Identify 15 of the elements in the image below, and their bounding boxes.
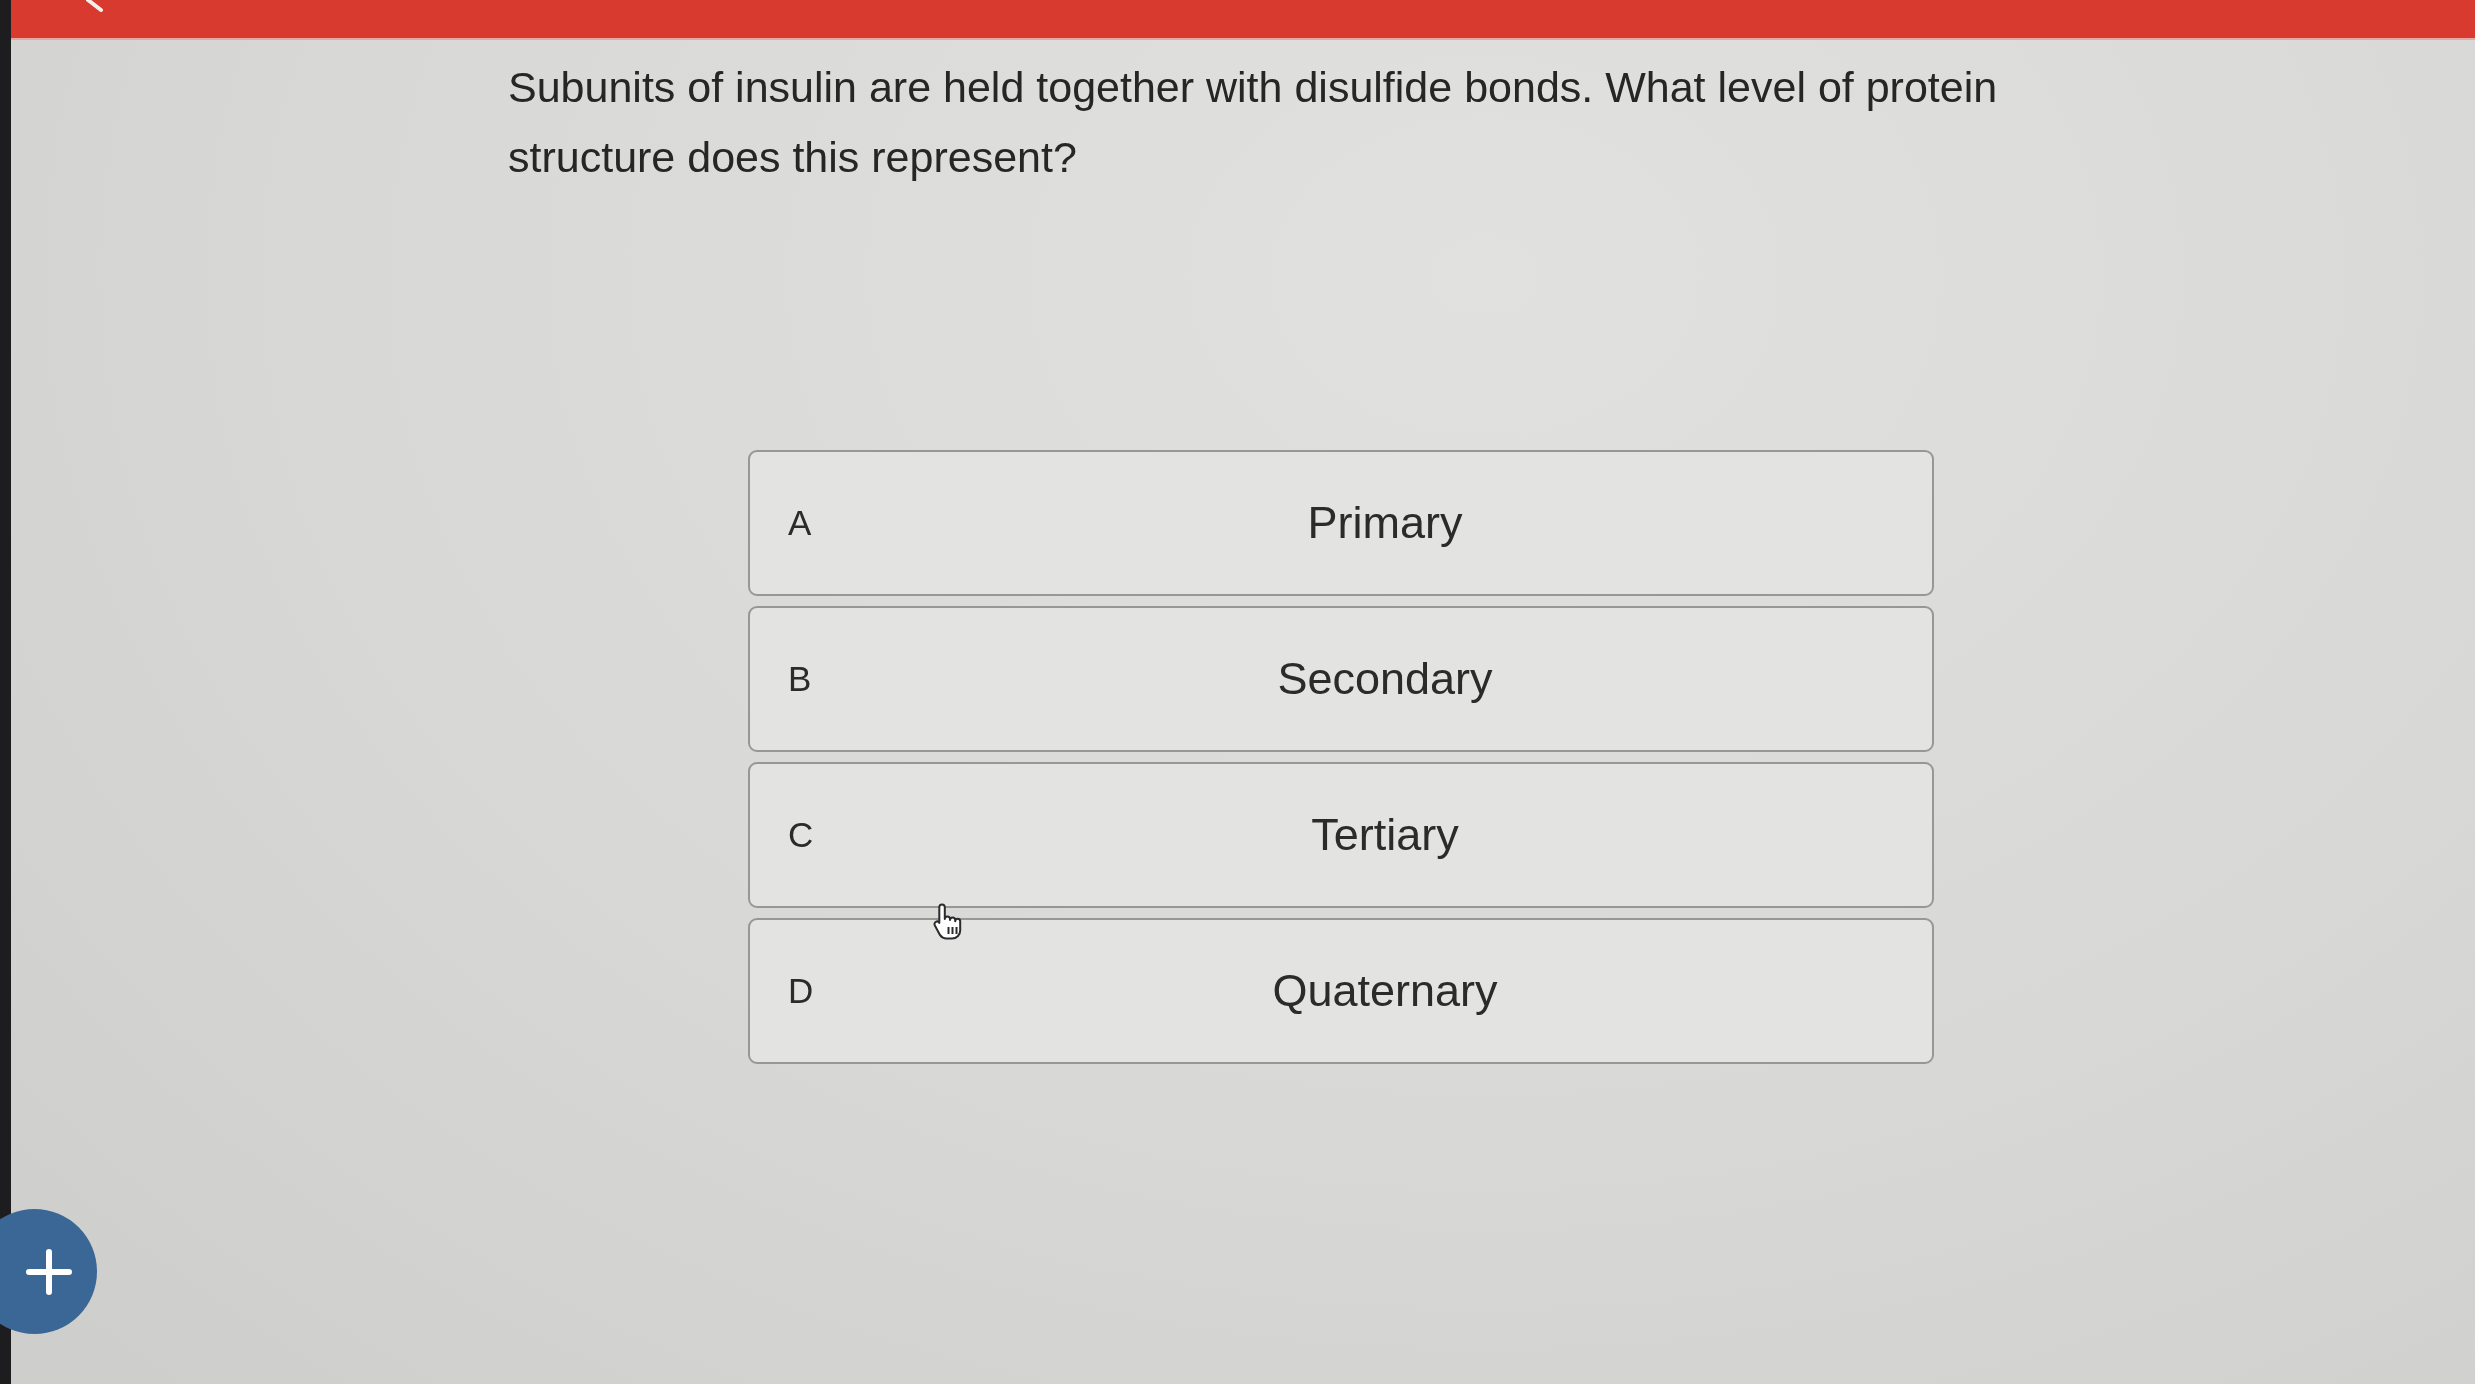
answer-option[interactable]: D Quaternary [748, 918, 1934, 1064]
option-letter: B [788, 657, 813, 700]
option-text: Tertiary [1310, 808, 1460, 863]
diagonal-line-icon [86, 0, 104, 12]
option-text: Quaternary [1271, 964, 1499, 1019]
answer-option[interactable]: C Tertiary [748, 762, 1934, 908]
option-text: Secondary [1276, 652, 1494, 707]
answer-option[interactable]: B Secondary [748, 606, 1934, 752]
option-letter: A [788, 501, 813, 544]
question-text: Subunits of insulin are held together with disulfide bonds. What level of protein structure does this represent? [508, 62, 1999, 183]
option-letter: C [788, 813, 815, 856]
plus-icon [24, 1247, 73, 1296]
option-letter: D [788, 969, 815, 1012]
option-text: Primary [1306, 496, 1464, 551]
answer-option[interactable]: A Primary [748, 450, 1934, 596]
